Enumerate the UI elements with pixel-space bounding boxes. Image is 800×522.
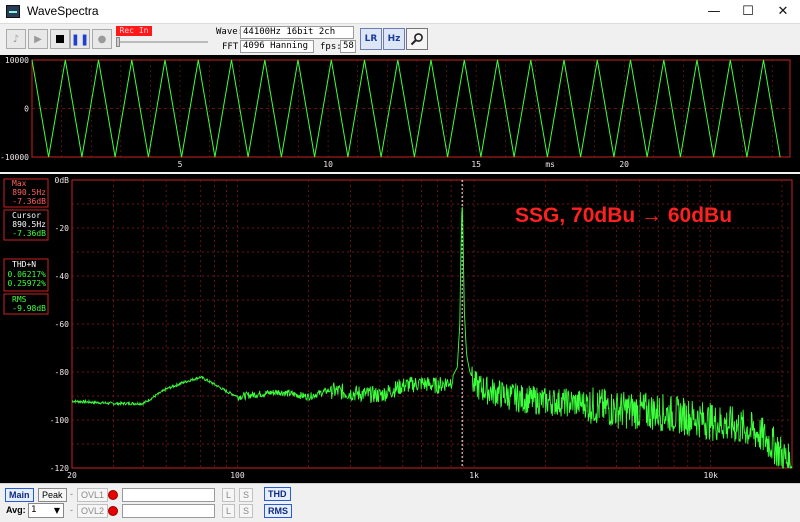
play-icon[interactable]: ▶ xyxy=(28,29,48,49)
close-button[interactable]: ✕ xyxy=(766,0,800,23)
wave-file-icon[interactable]: ♪ xyxy=(6,29,26,49)
waveform-x-unit-label: ms xyxy=(545,160,555,169)
bottom-bar: Main Peak - OVL1 L S THD Avg: 1 ▼ - OVL2 … xyxy=(0,483,800,522)
window-title: WaveSpectra xyxy=(27,4,99,18)
left-channel-button-2[interactable]: L xyxy=(222,504,236,518)
thd-label: THD+N xyxy=(12,260,36,269)
toolbar: ♪ ▶ ❚❚ ● Rec In Wave: 44100Hz 16bit 2ch … xyxy=(0,23,800,55)
cursor-frequency: 890.5Hz xyxy=(12,220,46,229)
rec-in-label: Rec In xyxy=(116,26,152,36)
record-icon[interactable]: ● xyxy=(92,29,112,49)
spectrum-y-tick-label: -20 xyxy=(55,224,70,233)
app-icon xyxy=(6,5,20,18)
ovl2-indicator: OVL2 xyxy=(77,504,109,518)
max-frequency: 890.5Hz xyxy=(12,188,46,197)
thd-value-left: 0.06217% xyxy=(7,270,46,279)
spectrum-y-tick-label: -80 xyxy=(55,368,70,377)
pause-icon[interactable]: ❚❚ xyxy=(70,29,90,49)
spectrum-y-tick-label: 0dB xyxy=(55,176,70,185)
fps-field: 58 xyxy=(340,40,356,53)
thd-value-right: 0.25972% xyxy=(7,279,46,288)
avg-label: Avg: xyxy=(6,505,26,515)
rms-button[interactable]: RMS xyxy=(264,504,292,518)
fft-setting-field[interactable]: 4096 Hanning xyxy=(240,40,314,53)
waveform-x-tick-label: 10 xyxy=(323,160,333,169)
waveform-y-tick-label: -10000 xyxy=(0,153,29,162)
fps-label: fps: xyxy=(320,42,342,52)
spectrum-trace xyxy=(71,207,793,469)
rms-label: RMS xyxy=(12,295,27,304)
waveform-x-tick-label: 5 xyxy=(178,160,183,169)
spectrum-x-tick-label: 1k xyxy=(469,471,479,480)
spectrum-x-tick-label: 10k xyxy=(704,471,719,480)
minimize-button[interactable]: — xyxy=(697,0,731,23)
waveform-x-tick-label: 20 xyxy=(619,160,629,169)
spectrum-y-tick-label: -40 xyxy=(55,272,70,281)
hz-scale-icon[interactable]: Hz xyxy=(383,28,405,50)
spectrum-panel[interactable]: 0dB -20 -40 -60 -80 -100 -120 20 100 1k 10k SSG, 70… xyxy=(0,174,800,483)
spectrum-y-tick-label: -60 xyxy=(55,320,70,329)
main-button[interactable]: Main xyxy=(5,488,34,502)
rec-level-slider[interactable] xyxy=(116,41,208,43)
waveform-trace xyxy=(31,59,781,158)
left-channel-button-1[interactable]: L xyxy=(222,488,236,502)
maximize-button[interactable]: ☐ xyxy=(731,0,765,23)
ovl1-field[interactable] xyxy=(122,488,215,502)
title-bar: WaveSpectra — ☐ ✕ xyxy=(0,0,800,23)
ovl1-indicator: OVL1 xyxy=(77,488,109,502)
stereo-button-2[interactable]: S xyxy=(239,504,254,518)
max-label: Max xyxy=(12,179,27,188)
cursor-label: Cursor xyxy=(12,211,41,220)
stop-icon[interactable] xyxy=(50,29,70,49)
spectrum-y-tick-label: -100 xyxy=(50,416,69,425)
spectrum-x-tick-label: 20 xyxy=(67,471,77,480)
waveform-y-tick-label: 10000 xyxy=(5,56,29,65)
waveform-panel[interactable]: 10000 0 -10000 5 10 15 20 ms xyxy=(0,55,800,172)
avg-value: 1 xyxy=(31,505,37,515)
stereo-button-1[interactable]: S xyxy=(239,488,254,502)
waveform-y-tick-label: 0 xyxy=(24,105,29,114)
waveform-x-tick-label: 15 xyxy=(471,160,481,169)
peak-button[interactable]: Peak xyxy=(38,488,67,502)
wave-format-field: 44100Hz 16bit 2ch xyxy=(240,26,354,39)
lr-channel-icon[interactable]: LR xyxy=(360,28,382,50)
record-dot-icon[interactable] xyxy=(108,506,118,516)
record-dot-icon[interactable] xyxy=(108,490,118,500)
chevron-down-icon: ▼ xyxy=(53,506,60,515)
rms-value: -9.98dB xyxy=(12,304,46,313)
rec-slider-thumb[interactable] xyxy=(116,37,120,47)
waveform-chart: 10000 0 -10000 5 10 15 20 ms xyxy=(0,56,791,169)
avg-select[interactable]: 1 ▼ xyxy=(28,503,64,518)
thd-button[interactable]: THD xyxy=(264,487,291,501)
settings-wrench-icon[interactable] xyxy=(406,28,428,50)
cursor-level: -7.36dB xyxy=(12,229,46,238)
ovl2-field[interactable] xyxy=(122,504,215,518)
spectrum-x-tick-label: 100 xyxy=(230,471,245,480)
spectrum-chart: 0dB-20-40-60-80-100-12020 100 1k 10kSSG, 70… xyxy=(3,176,793,480)
max-level: -7.36dB xyxy=(12,197,46,206)
spectrum-annotation: SSG, 70dBu → 60dBu xyxy=(515,204,732,227)
